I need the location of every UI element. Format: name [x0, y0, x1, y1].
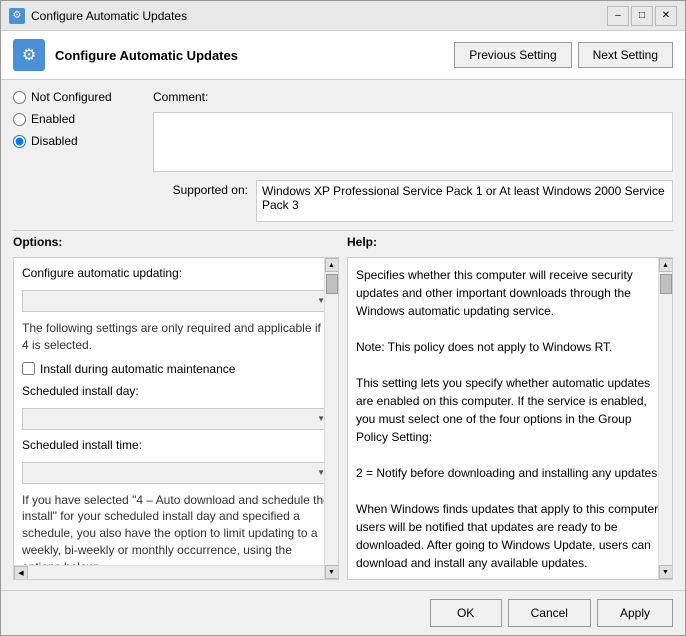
v-scroll-thumb[interactable]: [326, 274, 338, 294]
header-bar: ⚙ Configure Automatic Updates Previous S…: [1, 31, 685, 80]
header-left: ⚙ Configure Automatic Updates: [13, 39, 238, 71]
configure-dropdown-wrapper[interactable]: [22, 290, 330, 312]
not-configured-radio[interactable]: [13, 91, 26, 104]
install-checkbox[interactable]: [22, 362, 35, 375]
cancel-button[interactable]: Cancel: [508, 599, 591, 627]
apply-button[interactable]: Apply: [597, 599, 673, 627]
h-scroll-left-arrow[interactable]: ◀: [14, 566, 28, 580]
configure-dropdown[interactable]: [22, 290, 330, 312]
ok-button[interactable]: OK: [430, 599, 502, 627]
content-area: Not Configured Enabled Disabled Comment:…: [1, 80, 685, 590]
right-column: Comment: Supported on: Windows XP Profes…: [153, 90, 673, 222]
disabled-option[interactable]: Disabled: [13, 134, 143, 148]
scheduled-day-label: Scheduled install day:: [22, 384, 330, 398]
main-window: ⚙ Configure Automatic Updates – □ ✕ ⚙ Co…: [0, 0, 686, 636]
scheduled-time-wrapper[interactable]: [22, 462, 330, 484]
disabled-label: Disabled: [31, 134, 78, 148]
not-configured-option[interactable]: Not Configured: [13, 90, 143, 104]
comment-textarea[interactable]: [153, 112, 673, 172]
help-scroll-thumb[interactable]: [660, 274, 672, 294]
window-icon: ⚙: [9, 8, 25, 24]
enabled-label: Enabled: [31, 112, 75, 126]
divider-row: Options: Help:: [13, 230, 673, 249]
minimize-button[interactable]: –: [607, 6, 629, 26]
header-title: Configure Automatic Updates: [55, 48, 238, 63]
previous-setting-button[interactable]: Previous Setting: [454, 42, 571, 68]
next-setting-button[interactable]: Next Setting: [578, 42, 673, 68]
close-button[interactable]: ✕: [655, 6, 677, 26]
bottom-bar: OK Cancel Apply: [1, 590, 685, 635]
options-v-scrollbar[interactable]: ▲ ▼: [324, 258, 338, 579]
help-inner: Specifies whether this computer will rec…: [348, 258, 672, 579]
title-controls: – □ ✕: [607, 6, 677, 26]
v-scroll-up-arrow[interactable]: ▲: [325, 258, 339, 272]
help-panel: Specifies whether this computer will rec…: [347, 257, 673, 580]
v-scroll-down-arrow[interactable]: ▼: [325, 565, 339, 579]
top-section: Not Configured Enabled Disabled Comment:…: [13, 90, 673, 222]
header-buttons: Previous Setting Next Setting: [454, 42, 673, 68]
options-description: If you have selected "4 – Auto download …: [22, 492, 330, 565]
panels-row: Configure automatic updating: The follow…: [13, 257, 673, 580]
enabled-radio[interactable]: [13, 113, 26, 126]
help-section-label: Help:: [347, 235, 673, 249]
configure-label: Configure automatic updating:: [22, 266, 330, 280]
options-section-label: Options:: [13, 235, 339, 249]
help-text: Specifies whether this computer will rec…: [356, 266, 664, 579]
comment-label: Comment:: [153, 90, 673, 104]
help-v-scrollbar[interactable]: ▲ ▼: [658, 258, 672, 579]
title-bar-left: ⚙ Configure Automatic Updates: [9, 8, 187, 24]
install-checkbox-label: Install during automatic maintenance: [40, 362, 235, 376]
supported-label: Supported on:: [153, 180, 248, 197]
scheduled-time-label: Scheduled install time:: [22, 438, 330, 452]
options-inner: Configure automatic updating: The follow…: [14, 258, 338, 565]
options-panel: Configure automatic updating: The follow…: [13, 257, 339, 580]
scheduled-day-wrapper[interactable]: [22, 408, 330, 430]
scheduled-time-dropdown[interactable]: [22, 462, 330, 484]
maximize-button[interactable]: □: [631, 6, 653, 26]
disabled-radio[interactable]: [13, 135, 26, 148]
supported-value: Windows XP Professional Service Pack 1 o…: [262, 184, 665, 212]
options-h-scrollbar[interactable]: ◀ ▶: [14, 565, 338, 579]
help-scroll-down-arrow[interactable]: ▼: [659, 565, 673, 579]
supported-box: Windows XP Professional Service Pack 1 o…: [256, 180, 673, 222]
install-checkbox-row[interactable]: Install during automatic maintenance: [22, 362, 330, 376]
options-note: The following settings are only required…: [22, 320, 330, 354]
not-configured-label: Not Configured: [31, 90, 112, 104]
window-title: Configure Automatic Updates: [31, 9, 187, 23]
scheduled-day-dropdown[interactable]: [22, 408, 330, 430]
title-bar: ⚙ Configure Automatic Updates – □ ✕: [1, 1, 685, 31]
enabled-option[interactable]: Enabled: [13, 112, 143, 126]
supported-row: Supported on: Windows XP Professional Se…: [153, 180, 673, 222]
header-icon: ⚙: [13, 39, 45, 71]
radio-group: Not Configured Enabled Disabled: [13, 90, 143, 222]
help-scroll-up-arrow[interactable]: ▲: [659, 258, 673, 272]
